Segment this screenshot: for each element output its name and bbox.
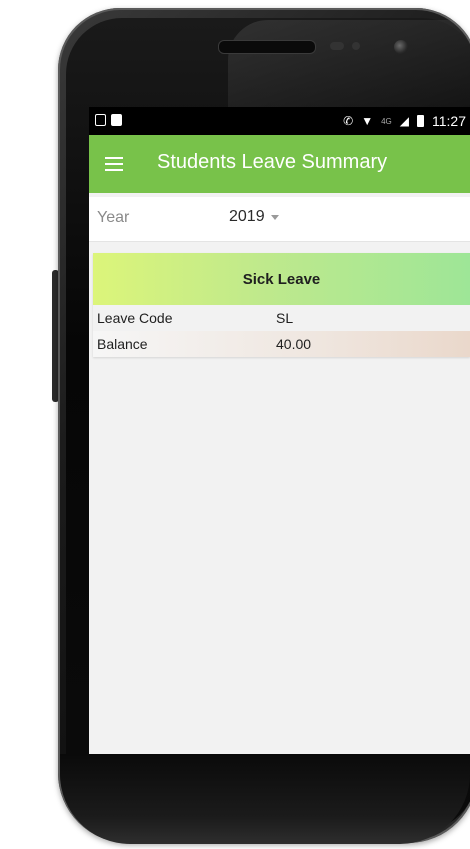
page-title: Students Leave Summary — [157, 151, 388, 173]
status-bar: ✆ ▼ 4G ◢ 11:27 — [89, 107, 470, 135]
hamburger-menu-icon[interactable] — [105, 157, 123, 171]
front-camera-icon — [394, 40, 408, 54]
light-sensor — [352, 42, 360, 50]
image-icon — [111, 114, 122, 126]
phone-screen: ✆ ▼ 4G ◢ 11:27 Students Leave Summary Ye… — [89, 107, 470, 754]
balance-row: Balance 40.00 — [93, 331, 470, 357]
balance-value: 40.00 — [276, 336, 312, 352]
leave-code-value: SL — [276, 310, 294, 326]
year-filter-row: Year 2019 — [89, 197, 470, 242]
status-bar-right: ✆ ▼ 4G ◢ 11:27 — [343, 113, 466, 129]
leave-card-title: Sick Leave — [242, 270, 321, 288]
battery-icon — [417, 115, 424, 127]
leave-summary-card: Sick Leave Leave Code SL Balance 40.00 — [93, 253, 470, 357]
proximity-sensor — [330, 42, 344, 50]
leave-code-label: Leave Code — [97, 310, 173, 326]
signal-icon: ◢ — [399, 114, 409, 128]
app-bar: Students Leave Summary — [89, 135, 470, 193]
chevron-down-icon — [270, 215, 279, 220]
year-dropdown-value: 2019 — [229, 208, 265, 225]
call-icon: ✆ — [343, 114, 354, 128]
balance-label: Balance — [97, 336, 148, 352]
year-label: Year — [97, 209, 130, 226]
leave-card-header: Sick Leave — [93, 253, 470, 305]
phone-bottom-bezel — [60, 754, 470, 844]
status-time: 11:27 — [432, 113, 466, 129]
earpiece-speaker — [218, 40, 316, 54]
leave-code-row: Leave Code SL — [93, 305, 470, 331]
status-bar-left — [95, 114, 122, 126]
network-type-label: 4G — [381, 116, 392, 126]
wifi-icon: ▼ — [361, 114, 374, 128]
screen-record-icon — [95, 114, 106, 126]
year-dropdown[interactable]: 2019 — [229, 208, 279, 226]
